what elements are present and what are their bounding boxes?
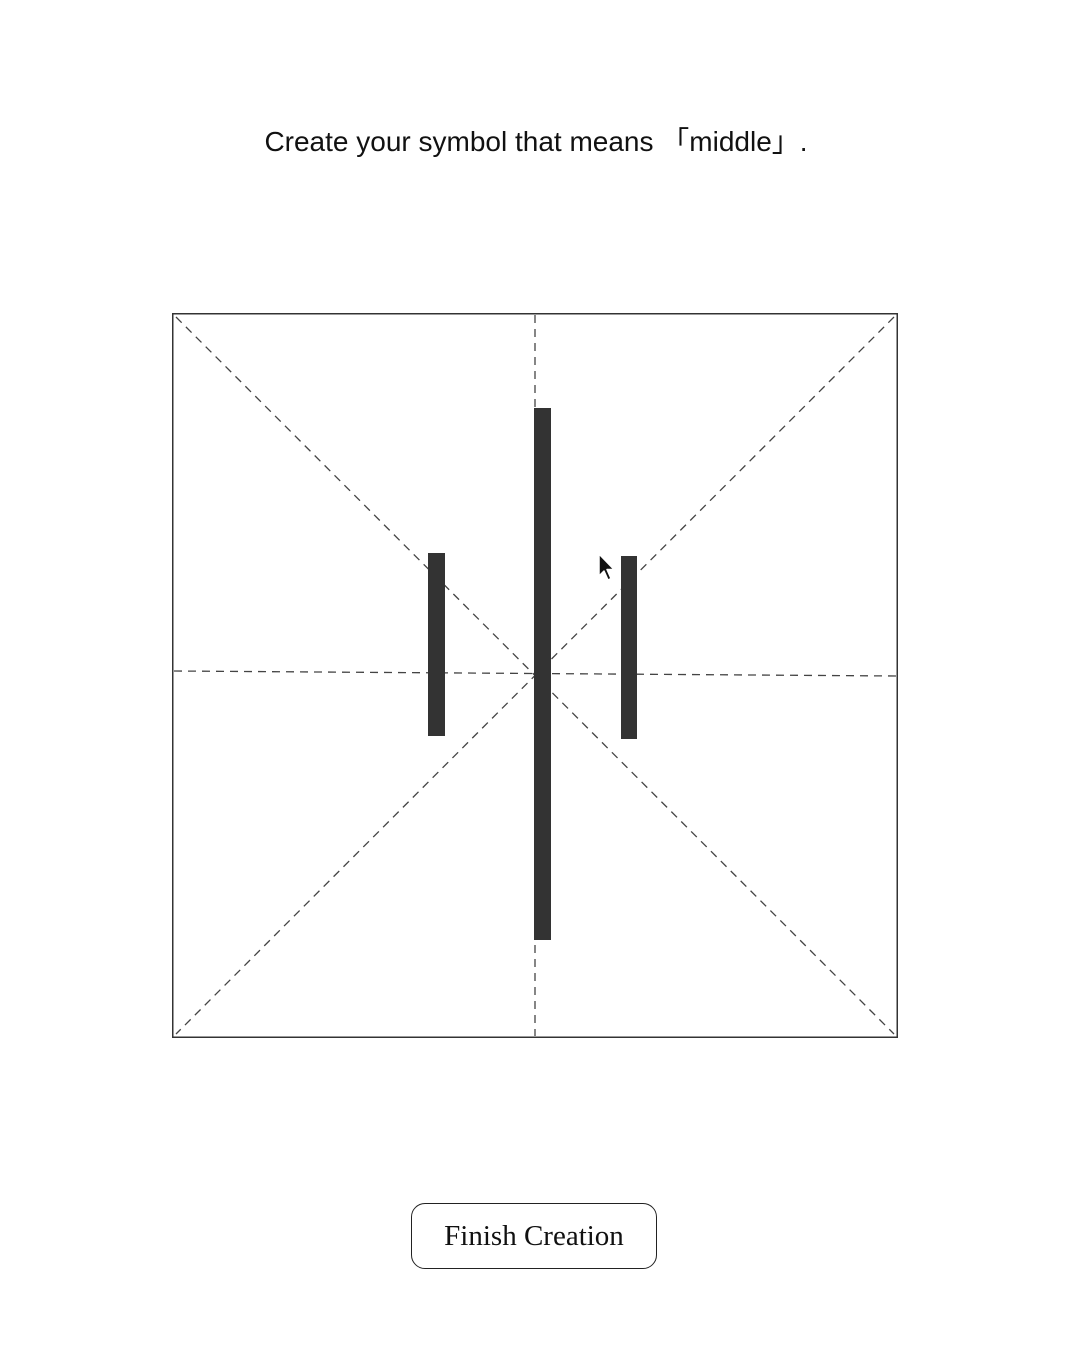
drawn-stroke-left[interactable] bbox=[428, 553, 445, 736]
finish-creation-button[interactable]: Finish Creation bbox=[411, 1203, 657, 1269]
drawing-canvas[interactable] bbox=[172, 313, 898, 1038]
instruction-text: Create your symbol that means 「middle」. bbox=[264, 126, 808, 157]
mouse-pointer-icon bbox=[597, 553, 617, 583]
drawn-stroke-right[interactable] bbox=[621, 556, 637, 739]
drawn-stroke-center[interactable] bbox=[534, 408, 551, 940]
drawing-canvas-svg[interactable] bbox=[172, 313, 898, 1038]
